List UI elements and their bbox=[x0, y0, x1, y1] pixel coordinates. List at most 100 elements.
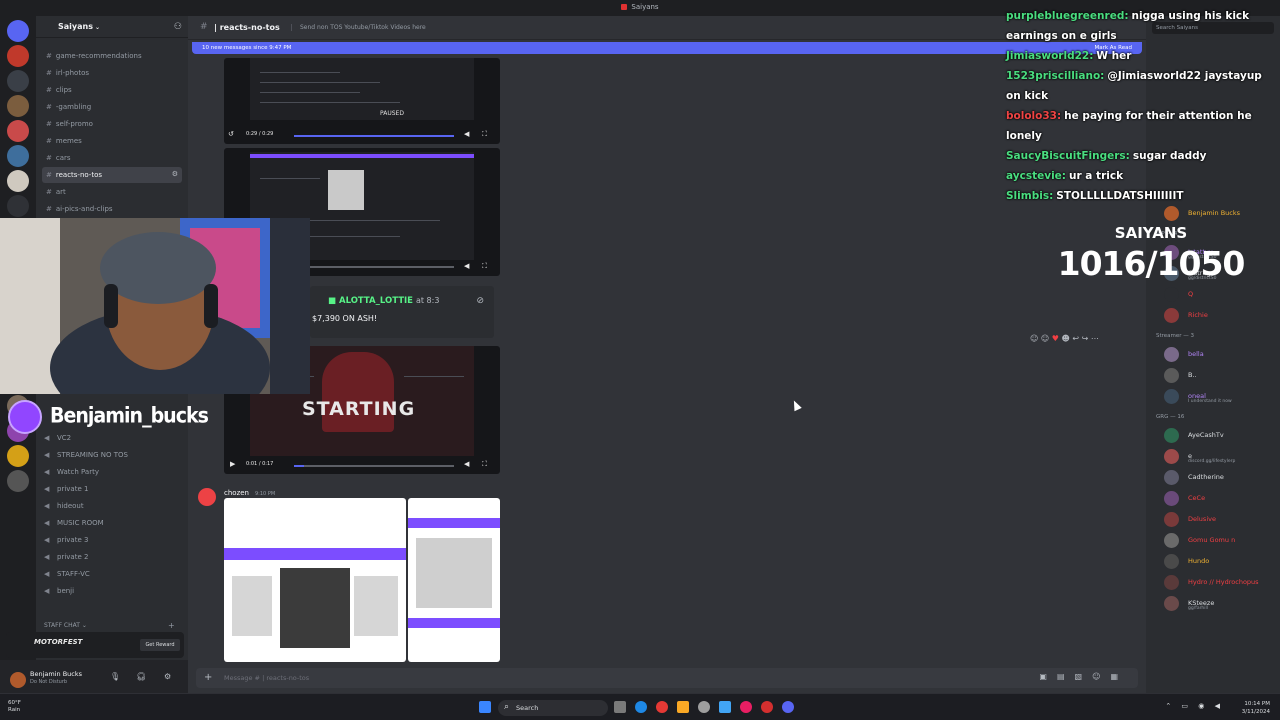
forward-icon[interactable]: ↪ bbox=[1082, 334, 1089, 343]
volume-icon[interactable]: ◀ bbox=[464, 262, 469, 270]
fullscreen-icon[interactable]: ⛶ bbox=[482, 460, 487, 469]
fullscreen-icon[interactable]: ⛶ bbox=[482, 130, 487, 139]
voice-channel[interactable]: ◀ private 3 bbox=[44, 532, 184, 548]
message-author[interactable]: chozen bbox=[224, 489, 249, 497]
headphones-icon[interactable]: 🎧︎ bbox=[136, 672, 146, 681]
channel-3[interactable]: # -gambling bbox=[42, 99, 182, 115]
volume-icon[interactable]: ◀ bbox=[464, 130, 469, 138]
channel-6[interactable]: # cars bbox=[42, 150, 182, 166]
obs-icon[interactable] bbox=[761, 701, 773, 713]
reply-icon[interactable]: ↩ bbox=[1072, 334, 1079, 343]
member-item[interactable]: Gomu Gomu n bbox=[1156, 531, 1280, 549]
video-progress[interactable] bbox=[294, 465, 454, 467]
member-item[interactable]: Hydro // Hydrochopus bbox=[1156, 573, 1280, 591]
channel-2[interactable]: # clips bbox=[42, 82, 182, 98]
server-icon[interactable] bbox=[7, 20, 29, 42]
channel-8[interactable]: # art bbox=[42, 184, 182, 200]
channel-4[interactable]: # self-promo bbox=[42, 116, 182, 132]
member-item[interactable]: Benjamin Bucks bbox=[1156, 204, 1280, 222]
gif-icon[interactable]: ▤ bbox=[1057, 672, 1075, 681]
taskbar-search[interactable]: Search bbox=[498, 700, 608, 716]
channel-9[interactable]: # ai-pics-and-clips bbox=[42, 201, 182, 217]
discord-icon[interactable] bbox=[782, 701, 794, 713]
member-item[interactable]: e discord.gg/lifestylerp bbox=[1156, 447, 1280, 465]
voice-channel[interactable]: ◀ benji bbox=[44, 583, 184, 599]
member-item[interactable]: B.. bbox=[1156, 366, 1280, 384]
video-progress[interactable] bbox=[294, 135, 454, 137]
member-item[interactable]: bella bbox=[1156, 345, 1280, 363]
server-icon[interactable] bbox=[7, 445, 29, 467]
server-icon[interactable] bbox=[7, 70, 29, 92]
voice-channel[interactable]: ◀ STREAMING NO TOS bbox=[44, 447, 184, 463]
avatar[interactable] bbox=[10, 672, 26, 688]
server-icon[interactable] bbox=[7, 145, 29, 167]
app-icon[interactable] bbox=[719, 701, 731, 713]
channel-0[interactable]: # game-recommendations bbox=[42, 48, 182, 64]
channel-5[interactable]: # memes bbox=[42, 133, 182, 149]
clock[interactable]: 10:14 PM 3/11/2024 bbox=[1242, 700, 1270, 716]
channel-7[interactable]: # reacts-no-tos ⚙ bbox=[42, 167, 182, 183]
message-input[interactable] bbox=[224, 672, 824, 684]
volume-icon[interactable]: ◀ bbox=[464, 460, 469, 468]
play-icon[interactable]: ▶ bbox=[230, 460, 235, 468]
microphone-icon[interactable]: 🎙︎ bbox=[110, 672, 120, 681]
voice-channel[interactable]: ◀ hideout bbox=[44, 498, 184, 514]
voice-channel[interactable]: ◀ VC2 bbox=[44, 430, 184, 446]
upload-icon[interactable]: + bbox=[204, 672, 212, 683]
voice-channel[interactable]: ◀ private 2 bbox=[44, 549, 184, 565]
sticker-icon[interactable]: ▧ bbox=[1075, 672, 1093, 681]
server-icon[interactable] bbox=[7, 45, 29, 67]
start-icon[interactable] bbox=[479, 701, 491, 713]
voice-channel[interactable]: ◀ private 1 bbox=[44, 481, 184, 497]
reaction-icon[interactable]: ☺ bbox=[1030, 334, 1038, 343]
add-reaction-icon[interactable]: ☻ bbox=[1062, 334, 1070, 343]
settings-icon[interactable]: ⚙ bbox=[172, 170, 178, 178]
member-item[interactable]: CeCe bbox=[1156, 489, 1280, 507]
avatar[interactable] bbox=[198, 488, 216, 506]
weather-widget[interactable]: 60°F Rain bbox=[8, 700, 21, 714]
add-channel-icon[interactable]: + bbox=[168, 621, 175, 630]
server-icon[interactable] bbox=[7, 170, 29, 192]
settings-icon[interactable]: ⚙ bbox=[164, 672, 171, 681]
voice-channel[interactable]: ◀ Watch Party bbox=[44, 464, 184, 480]
gift-icon[interactable]: ▣ bbox=[1039, 672, 1057, 681]
get-reward-button[interactable]: Get Reward bbox=[140, 639, 180, 651]
member-item[interactable]: Q bbox=[1156, 285, 1280, 303]
member-item[interactable]: AyeCashTv bbox=[1156, 426, 1280, 444]
member-item[interactable]: KSteeze gg/farhill bbox=[1156, 594, 1280, 612]
chrome-icon[interactable] bbox=[740, 701, 752, 713]
mute-icon[interactable]: ⊘ bbox=[476, 296, 484, 306]
voice-channel[interactable]: ◀ MUSIC ROOM bbox=[44, 515, 184, 531]
task-view-icon[interactable] bbox=[614, 701, 626, 713]
channel-1[interactable]: # irl-photos bbox=[42, 65, 182, 81]
server-icon[interactable] bbox=[7, 120, 29, 142]
reaction-icon[interactable]: ☺ bbox=[1041, 334, 1049, 343]
member-item[interactable]: Delusive bbox=[1156, 510, 1280, 528]
more-icon[interactable]: ⋯ bbox=[1091, 334, 1099, 343]
copilot-icon[interactable] bbox=[656, 701, 668, 713]
folder-icon[interactable] bbox=[677, 701, 689, 713]
add-friend-icon[interactable]: ⚇ bbox=[174, 22, 182, 32]
voice-channel[interactable]: ◀ STAFF-VC bbox=[44, 566, 184, 582]
image-attachment[interactable] bbox=[224, 498, 406, 662]
server-icon[interactable] bbox=[7, 95, 29, 117]
fullscreen-icon[interactable]: ⛶ bbox=[482, 262, 487, 271]
emoji-icon[interactable]: ☺ bbox=[1092, 672, 1110, 681]
heart-icon[interactable]: ♥ bbox=[1052, 334, 1059, 343]
edge-icon[interactable] bbox=[635, 701, 647, 713]
apps-icon[interactable]: ▦ bbox=[1110, 672, 1128, 681]
system-tray[interactable]: ⌃ ▭ ◉ ◀ bbox=[1165, 702, 1224, 710]
server-header[interactable]: Saiyans ⌄ ⚇ bbox=[36, 16, 188, 38]
server-icon[interactable] bbox=[7, 195, 29, 217]
category-staff-chat[interactable]: STAFF CHAT ⌄ + bbox=[44, 621, 175, 630]
image-attachment[interactable] bbox=[408, 498, 500, 662]
member-item[interactable]: Richie bbox=[1156, 306, 1280, 324]
settings-icon[interactable] bbox=[698, 701, 710, 713]
replay-icon[interactable]: ↺ bbox=[228, 130, 234, 138]
server-icon[interactable] bbox=[7, 470, 29, 492]
member-item[interactable]: Hundo bbox=[1156, 552, 1280, 570]
member-item[interactable]: Cadtherine bbox=[1156, 468, 1280, 486]
video-attachment[interactable]: PAUSED ↺ 0:29 / 0:29 ◀ ⛶ bbox=[224, 58, 500, 144]
new-messages-bar[interactable]: 10 new messages since 9:47 PM Mark As Re… bbox=[192, 42, 1142, 54]
member-item[interactable]: oneal I understand it now bbox=[1156, 387, 1280, 405]
